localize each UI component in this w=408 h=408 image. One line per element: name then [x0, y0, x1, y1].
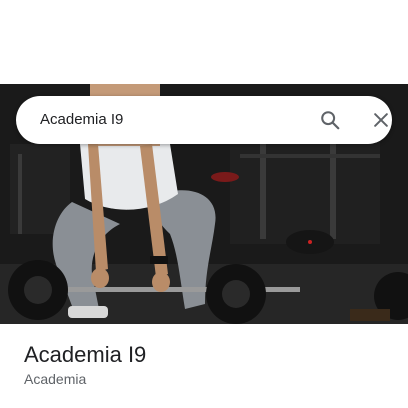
- search-button[interactable]: [318, 108, 342, 132]
- search-icon: [321, 111, 340, 130]
- close-button[interactable]: [369, 108, 393, 132]
- place-title: Academia I9: [24, 342, 147, 367]
- search-input[interactable]: [40, 96, 290, 144]
- top-blank-area: [0, 0, 408, 84]
- place-category: Academia: [24, 371, 87, 387]
- place-info-panel: Academia I9 Academia: [0, 324, 408, 408]
- close-icon: [374, 113, 388, 127]
- search-bar: [16, 96, 392, 144]
